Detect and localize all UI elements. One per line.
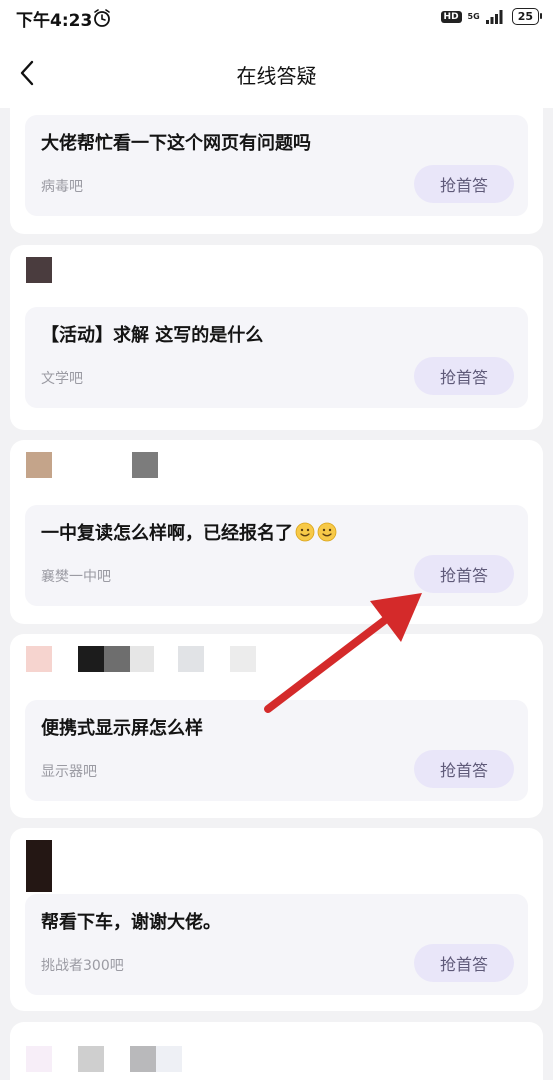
forum-name: 病毒吧 (41, 179, 83, 195)
first-answer-button[interactable]: 抢首答 (414, 357, 514, 395)
status-time: 下午4:23 (16, 11, 93, 31)
status-bar: 下午4:23 HD 5G 25 (0, 0, 553, 36)
avatar (26, 1046, 182, 1072)
question-content[interactable]: 一中复读怎么样啊，已经报名了 襄樊一中吧 抢首答 (25, 505, 528, 606)
status-indicators: HD 5G 25 (440, 8, 543, 25)
avatar (26, 257, 52, 283)
first-answer-button[interactable]: 抢首答 (414, 165, 514, 203)
forum-name: 挑战者300吧 (41, 958, 124, 974)
hd-badge: HD (440, 10, 462, 23)
question-card[interactable] (10, 1022, 543, 1080)
question-card[interactable]: 【活动】求解 这写的是什么 文学吧 抢首答 (10, 245, 543, 430)
question-title: 便携式显示屏怎么样 (41, 718, 203, 739)
question-content[interactable]: 大佬帮忙看一下这个网页有问题吗 病毒吧 抢首答 (25, 115, 528, 216)
question-title: 【活动】求解 这写的是什么 (41, 325, 264, 346)
question-title: 帮看下车，谢谢大佬。 (41, 912, 221, 933)
avatar (26, 646, 256, 672)
question-card[interactable]: 便携式显示屏怎么样 显示器吧 抢首答 (10, 634, 543, 818)
alarm-clock-icon (94, 9, 110, 27)
avatar (26, 452, 158, 478)
network-type: 5G (467, 12, 480, 21)
question-content[interactable]: 【活动】求解 这写的是什么 文学吧 抢首答 (25, 307, 528, 408)
question-content[interactable]: 帮看下车，谢谢大佬。 挑战者300吧 抢首答 (25, 894, 528, 995)
question-card[interactable]: 一中复读怎么样啊，已经报名了 襄樊一中吧 抢首答 (10, 440, 543, 624)
question-content[interactable]: 便携式显示屏怎么样 显示器吧 抢首答 (25, 700, 528, 801)
question-card[interactable]: 大佬帮忙看一下这个网页有问题吗 病毒吧 抢首答 (10, 92, 543, 234)
question-title: 一中复读怎么样啊，已经报名了 (41, 519, 337, 545)
avatar (26, 840, 52, 892)
forum-name: 文学吧 (41, 371, 83, 387)
forum-name: 显示器吧 (41, 764, 97, 780)
page-title: 在线答疑 (236, 64, 317, 88)
battery-indicator: 25 (511, 8, 543, 25)
first-answer-button[interactable]: 抢首答 (414, 944, 514, 982)
question-title-text: 一中复读怎么样啊，已经报名了 (41, 523, 293, 544)
question-card[interactable]: 帮看下车，谢谢大佬。 挑战者300吧 抢首答 (10, 828, 543, 1011)
question-title: 大佬帮忙看一下这个网页有问题吗 (41, 133, 311, 154)
first-answer-button[interactable]: 抢首答 (414, 750, 514, 788)
signal-icon (485, 9, 503, 24)
forum-name: 襄樊一中吧 (41, 569, 111, 585)
first-answer-button[interactable]: 抢首答 (414, 555, 514, 593)
smiley-emoji-icon (317, 522, 337, 542)
smiley-emoji-icon (295, 522, 315, 542)
